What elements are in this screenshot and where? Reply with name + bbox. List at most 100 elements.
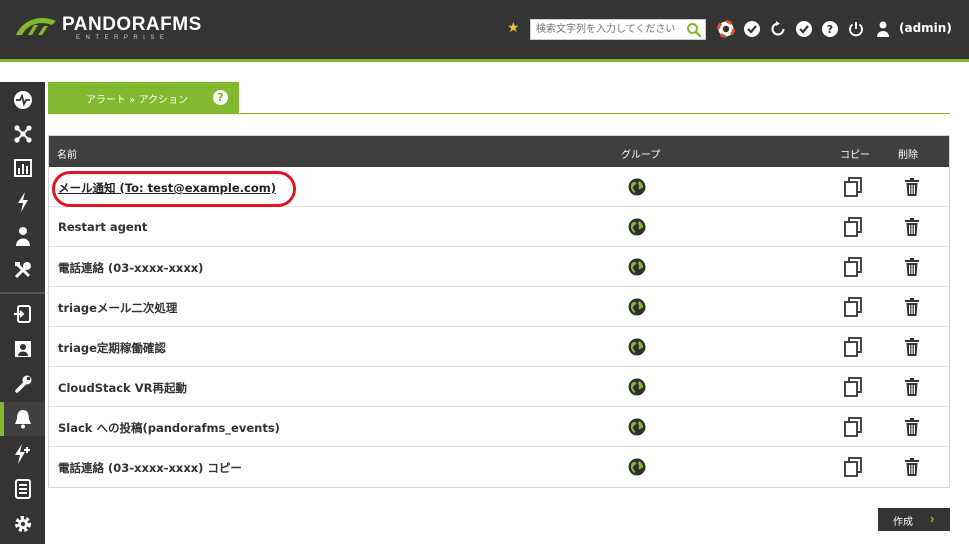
trash-icon[interactable] bbox=[904, 258, 920, 276]
trash-icon[interactable] bbox=[904, 218, 920, 236]
pandora-logo-icon bbox=[16, 17, 56, 35]
sidebar-item-workspace[interactable] bbox=[0, 219, 45, 253]
search-input[interactable] bbox=[531, 20, 681, 39]
lightning-plus-icon bbox=[14, 444, 30, 464]
copy-icon[interactable] bbox=[844, 337, 862, 357]
column-header-copy: コピー bbox=[840, 150, 870, 161]
logo-subtitle: ENTERPRISE bbox=[76, 35, 170, 41]
column-header-group: グループ bbox=[621, 150, 661, 161]
logo-wordmark: PANDORAFMS bbox=[62, 14, 202, 35]
user-icon bbox=[15, 227, 30, 246]
help-icon[interactable]: ? bbox=[213, 90, 228, 105]
server-icon bbox=[13, 305, 31, 323]
trash-icon[interactable] bbox=[904, 178, 920, 196]
table-row: Slack への投稿(pandorafms_events) bbox=[49, 407, 949, 447]
copy-icon[interactable] bbox=[844, 457, 862, 477]
create-button-label: 作成 bbox=[893, 517, 913, 528]
table-row: メール通知 (To: test@example.com) bbox=[49, 167, 949, 207]
copy-icon[interactable] bbox=[844, 177, 862, 197]
table-row: 電話連絡 (03-xxxx-xxxx) bbox=[49, 247, 949, 287]
sidebar-item-reporting[interactable] bbox=[0, 151, 45, 185]
heartbeat-icon bbox=[13, 91, 32, 109]
tools-icon bbox=[14, 262, 31, 279]
search-icon[interactable] bbox=[686, 22, 702, 38]
network-icon bbox=[13, 125, 32, 143]
sidebar-item-servers[interactable] bbox=[0, 472, 45, 506]
favorite-star-icon[interactable]: ★ bbox=[507, 21, 520, 35]
user-label[interactable]: (admin) bbox=[899, 21, 952, 35]
table-row: triage定期稼働確認 bbox=[49, 327, 949, 367]
copy-icon[interactable] bbox=[844, 417, 862, 437]
action-name-link[interactable]: triageメール二次処理 bbox=[58, 300, 177, 316]
sidebar-item-monitoring[interactable] bbox=[0, 83, 45, 117]
lightning-icon bbox=[17, 192, 28, 212]
top-header: PANDORAFMS ENTERPRISE ★ ? bbox=[0, 0, 969, 59]
sidebar-divider bbox=[0, 292, 45, 294]
globe-icon bbox=[628, 378, 646, 396]
bar-chart-icon bbox=[13, 159, 32, 177]
sidebar-item-manage-events[interactable] bbox=[0, 437, 45, 471]
trash-icon[interactable] bbox=[904, 378, 920, 396]
table-row: Restart agent bbox=[49, 207, 949, 247]
help-icon[interactable]: ? bbox=[821, 20, 839, 38]
action-name-link[interactable]: Slack への投稿(pandorafms_events) bbox=[58, 420, 280, 436]
sidebar-item-configuration[interactable] bbox=[0, 367, 45, 401]
sidebar-item-alerts[interactable] bbox=[0, 402, 45, 436]
gear-icon bbox=[14, 516, 31, 532]
column-header-name[interactable]: 名前 bbox=[57, 146, 77, 161]
action-name-link[interactable]: Restart agent bbox=[58, 220, 147, 234]
id-card-icon bbox=[14, 341, 31, 357]
copy-icon[interactable] bbox=[844, 217, 862, 237]
chevron-right-icon: › bbox=[930, 511, 935, 526]
power-icon[interactable] bbox=[847, 20, 865, 38]
device-icon bbox=[14, 479, 31, 499]
action-name-link[interactable]: 電話連絡 (03-xxxx-xxxx) bbox=[58, 260, 203, 276]
create-button[interactable]: 作成 › bbox=[878, 508, 950, 531]
trash-icon[interactable] bbox=[904, 338, 920, 356]
sidebar-item-resources[interactable] bbox=[0, 297, 45, 331]
svg-text:?: ? bbox=[827, 23, 833, 36]
table-header: 名前 グループ コピー 削除 bbox=[49, 136, 949, 167]
copy-icon[interactable] bbox=[844, 377, 862, 397]
header-accent-line bbox=[0, 59, 969, 62]
trash-icon[interactable] bbox=[904, 458, 920, 476]
column-header-delete: 削除 bbox=[898, 150, 918, 161]
sidebar-item-setup[interactable] bbox=[0, 507, 45, 541]
refresh-icon[interactable] bbox=[769, 20, 787, 38]
action-name-link[interactable]: CloudStack VR再起動 bbox=[58, 380, 187, 396]
check-circle-icon[interactable] bbox=[795, 20, 813, 38]
actions-table: 名前 グループ コピー 削除 メール通知 (To: test@example.c… bbox=[48, 135, 950, 488]
highlight-annotation bbox=[52, 171, 296, 207]
table-row: 電話連絡 (03-xxxx-xxxx) コピー bbox=[49, 447, 949, 487]
sidebar-item-tools[interactable] bbox=[0, 253, 45, 287]
bell-icon bbox=[14, 410, 31, 429]
pandora-logo[interactable]: PANDORAFMS ENTERPRISE bbox=[14, 13, 204, 43]
check-circle-icon[interactable] bbox=[743, 20, 761, 38]
globe-icon bbox=[628, 258, 646, 276]
table-row: CloudStack VR再起動 bbox=[49, 367, 949, 407]
copy-icon[interactable] bbox=[844, 257, 862, 277]
sidebar-item-events[interactable] bbox=[0, 185, 45, 219]
action-name-link[interactable]: triage定期稼働確認 bbox=[58, 340, 166, 356]
copy-icon[interactable] bbox=[844, 297, 862, 317]
globe-icon bbox=[628, 218, 646, 236]
globe-icon bbox=[628, 338, 646, 356]
table-row: triageメール二次処理 bbox=[49, 287, 949, 327]
globe-icon bbox=[628, 178, 646, 196]
lifebuoy-icon[interactable] bbox=[717, 20, 735, 38]
sidebar bbox=[0, 82, 45, 544]
wrench-icon bbox=[14, 375, 31, 393]
trash-icon[interactable] bbox=[904, 298, 920, 316]
sidebar-item-topology[interactable] bbox=[0, 117, 45, 151]
sidebar-item-profiles[interactable] bbox=[0, 332, 45, 366]
breadcrumb[interactable]: アラート » アクション bbox=[86, 91, 188, 106]
globe-icon bbox=[628, 458, 646, 476]
globe-icon bbox=[628, 298, 646, 316]
breadcrumb-underline bbox=[48, 113, 950, 114]
trash-icon[interactable] bbox=[904, 418, 920, 436]
action-name-link[interactable]: 電話連絡 (03-xxxx-xxxx) コピー bbox=[58, 460, 242, 476]
user-icon[interactable] bbox=[874, 20, 892, 38]
search-box[interactable] bbox=[530, 19, 706, 40]
globe-icon bbox=[628, 418, 646, 436]
breadcrumb-tab: アラート » アクション ? bbox=[48, 82, 239, 113]
